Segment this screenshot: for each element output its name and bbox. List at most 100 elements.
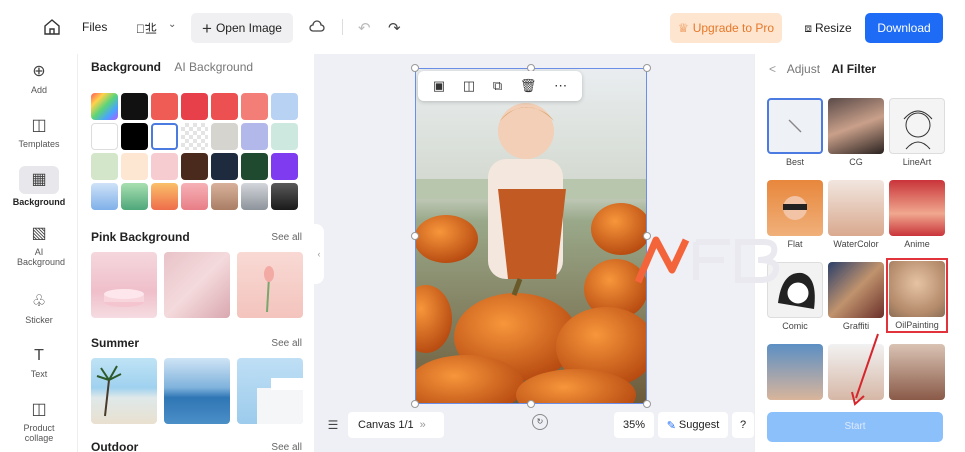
color-swatch[interactable] (91, 183, 118, 210)
cutout-icon[interactable]: ◫ (463, 78, 475, 94)
canvas-label: Canvas 1/1 (358, 419, 414, 431)
color-swatch[interactable] (211, 93, 238, 120)
color-swatch[interactable] (181, 153, 208, 180)
filter-thumb (828, 98, 884, 154)
filter-thumb (889, 98, 945, 154)
nav-add[interactable]: ⊕ Add (0, 62, 78, 95)
cloud-icon[interactable] (309, 20, 325, 34)
layers-icon[interactable]: ☰ (322, 412, 344, 438)
right-panel-header: < Adjust AI Filter (769, 62, 876, 76)
undo-icon[interactable]: ↶ (358, 19, 371, 37)
tab-adjust[interactable]: Adjust (787, 62, 820, 76)
resize-handle[interactable] (643, 64, 651, 72)
color-swatch[interactable] (181, 123, 208, 150)
suggest-label: Suggest (678, 419, 720, 431)
start-button[interactable]: Start (767, 412, 943, 442)
color-swatch[interactable] (211, 123, 238, 150)
color-swatch[interactable] (241, 93, 268, 120)
download-button[interactable]: Download (865, 13, 943, 43)
files-menu[interactable]: Files (82, 20, 107, 34)
redo-icon[interactable]: ↷ (388, 19, 401, 37)
filter-thumb (889, 344, 945, 400)
delete-icon[interactable]: 🗑 (520, 78, 537, 94)
color-swatch[interactable] (151, 93, 178, 120)
color-swatch[interactable] (241, 153, 268, 180)
upgrade-button[interactable]: ♕ Upgrade to Pro (670, 13, 782, 43)
resize-handle[interactable] (411, 64, 419, 72)
filter-best[interactable]: Best (767, 98, 823, 167)
color-swatch[interactable] (121, 123, 148, 150)
color-swatch[interactable] (181, 183, 208, 210)
see-all-link[interactable]: See all (271, 338, 302, 349)
more-icon[interactable]: ⋯ (554, 78, 567, 94)
zoom-level[interactable]: 35% (614, 412, 654, 438)
back-icon[interactable]: < (769, 62, 776, 76)
summer-thumb-palms[interactable] (91, 358, 157, 424)
color-swatch[interactable] (151, 153, 178, 180)
pink-thumb-window[interactable] (164, 252, 230, 318)
summer-thumb-sea[interactable] (164, 358, 230, 424)
color-swatch[interactable] (211, 153, 238, 180)
steps-icon (257, 378, 303, 424)
chevron-down-icon[interactable]: ⌄ (168, 19, 176, 30)
suggest-button[interactable]: ✎ Suggest (658, 412, 728, 438)
collapse-panel-handle[interactable]: ‹ (314, 224, 324, 284)
color-swatch[interactable] (271, 93, 298, 120)
nav-product-collage[interactable]: ◫ Product collage (0, 400, 78, 443)
tab-ai-filter[interactable]: AI Filter (831, 62, 876, 76)
tab-ai-background[interactable]: AI Background (174, 60, 253, 74)
filter-more-1[interactable] (767, 344, 823, 403)
ai-tools-icon[interactable]: ▣ (433, 78, 445, 94)
color-swatch[interactable] (241, 123, 268, 150)
collage-icon: ◫ (31, 401, 47, 418)
color-swatch[interactable] (121, 183, 148, 210)
color-swatch[interactable] (271, 123, 298, 150)
flat-portrait-icon (783, 196, 807, 220)
canvas-photo[interactable]: insMind (415, 68, 647, 404)
see-all-link[interactable]: See all (271, 442, 302, 452)
project-name[interactable]: 中̃丠 (136, 20, 157, 37)
nav-ai-background[interactable]: ▧ AI Background (0, 224, 78, 267)
filter-watercolor[interactable]: WaterColor (828, 180, 884, 249)
resize-handle[interactable] (527, 400, 535, 408)
nav-label: Background (12, 197, 66, 207)
see-all-link[interactable]: See all (271, 232, 302, 243)
color-swatch[interactable] (91, 153, 118, 180)
nav-background[interactable]: ▦ Background (0, 166, 78, 207)
color-swatch[interactable] (91, 123, 118, 150)
pink-thumb-tulip[interactable] (237, 252, 303, 318)
resize-button[interactable]: ⧈ Resize (800, 13, 856, 43)
resize-handle[interactable] (411, 232, 419, 240)
tab-background[interactable]: Background (91, 60, 161, 74)
summer-thumb-steps[interactable] (237, 358, 303, 424)
duplicate-icon[interactable]: ⧉ (493, 78, 502, 94)
resize-handle[interactable] (643, 400, 651, 408)
nav-text[interactable]: T Text (0, 346, 78, 379)
open-image-button[interactable]: + Open Image (191, 13, 293, 43)
filter-cg[interactable]: CG (828, 98, 884, 167)
filter-graffiti[interactable]: Graffiti (828, 262, 884, 331)
color-swatch[interactable] (121, 153, 148, 180)
color-swatch[interactable] (271, 153, 298, 180)
color-swatch[interactable] (151, 183, 178, 210)
help-button[interactable]: ? (732, 412, 754, 438)
filter-more-3[interactable] (889, 344, 945, 403)
filter-anime[interactable]: Anime (889, 180, 945, 249)
canvas-bottom-bar: ☰ Canvas 1/1 » ↻ 35% ✎ Suggest ? (322, 412, 754, 440)
color-swatch[interactable] (181, 93, 208, 120)
color-swatch[interactable] (211, 183, 238, 210)
canvas-switcher[interactable]: Canvas 1/1 » (348, 412, 444, 438)
color-swatch[interactable] (121, 93, 148, 120)
rotate-icon[interactable]: ↻ (532, 414, 548, 430)
filter-lineart[interactable]: LineArt (889, 98, 945, 167)
pink-thumb-podium[interactable] (91, 252, 157, 318)
filter-oilpainting[interactable]: OilPainting (886, 258, 948, 333)
color-swatch[interactable] (271, 183, 298, 210)
nav-templates[interactable]: ◫ Templates (0, 116, 78, 149)
nav-sticker[interactable]: ♧ Sticker (0, 292, 78, 325)
color-swatch[interactable] (241, 183, 268, 210)
color-swatch[interactable] (151, 123, 178, 150)
resize-handle[interactable] (411, 400, 419, 408)
color-swatch[interactable] (91, 93, 118, 120)
home-icon[interactable] (42, 17, 62, 37)
